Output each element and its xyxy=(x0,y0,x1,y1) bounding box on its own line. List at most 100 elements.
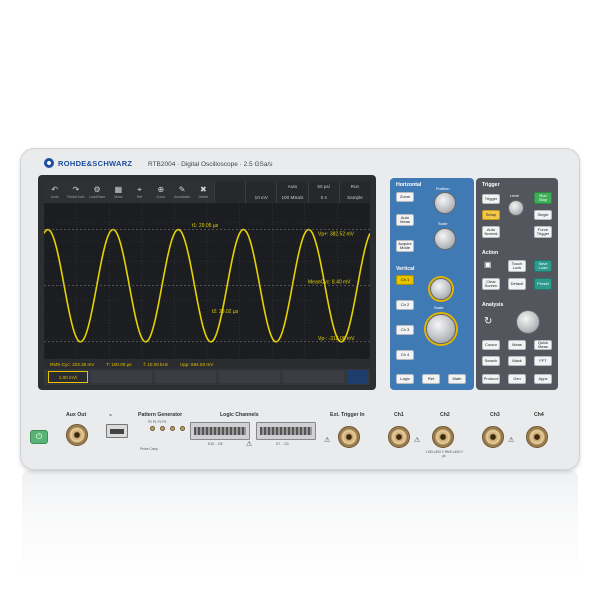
save-load-button[interactable]: Save Load xyxy=(534,260,552,272)
pattern-pin[interactable] xyxy=(170,426,175,431)
ch1-badge[interactable]: 1.00 mV/ xyxy=(48,371,88,383)
param-cell[interactable] xyxy=(214,192,245,203)
pattern-generator-label: Pattern Generator xyxy=(138,412,183,418)
single-button[interactable]: Single xyxy=(534,210,552,220)
power-button[interactable]: ⏻ xyxy=(30,430,48,444)
ch2-button[interactable]: Ch 2 xyxy=(396,300,414,310)
auto-meas-button[interactable]: Auto Meas xyxy=(396,214,414,226)
universal-knob[interactable] xyxy=(516,310,540,334)
toolbar-item[interactable]: ✎ Annotation xyxy=(172,181,193,203)
redo-arrow-icon: ↷ xyxy=(72,184,80,194)
search-button[interactable]: Search xyxy=(482,356,500,366)
toolbar-label: Zoom xyxy=(156,194,166,199)
gear-icon: ⚙ xyxy=(93,184,101,194)
warning-icon: ⚠ xyxy=(508,437,515,444)
toolbar-item[interactable]: ↷ Redo/Undo xyxy=(65,181,86,203)
toolbar-label: Redo/Undo xyxy=(67,194,85,199)
ext-trigger-label: Ext. Trigger In xyxy=(330,412,365,418)
grid-icon: ▦ xyxy=(114,184,123,194)
apps-button[interactable]: Apps xyxy=(534,374,552,384)
default-button[interactable]: Default xyxy=(508,278,526,290)
aux-out-connector[interactable] xyxy=(66,424,88,446)
pattern-pin[interactable] xyxy=(180,426,185,431)
mask-button[interactable]: Mask xyxy=(508,356,526,366)
ch3-connector[interactable] xyxy=(482,426,504,448)
acquisition-params: Auto 50 µs/Run 10 mV 100 MSa/s 0 s Sample xyxy=(214,181,370,203)
cursor-button[interactable]: Cursor xyxy=(482,340,500,350)
fft-button[interactable]: FFT xyxy=(534,356,552,366)
toolbar-item[interactable]: ⚙ Load/Save xyxy=(87,181,108,203)
ch1-label: Ch1 xyxy=(394,412,404,418)
ch4-label: Ch4 xyxy=(534,412,544,418)
toolbar-item[interactable]: ▦ Meas xyxy=(108,181,129,203)
auto-normal-button[interactable]: Auto Normal xyxy=(482,226,500,238)
touch-lock-button-2[interactable]: Clear Screen xyxy=(482,278,500,290)
ch4-slot[interactable] xyxy=(219,371,280,383)
ext-trigger-connector[interactable] xyxy=(338,426,360,448)
trigger-button[interactable]: Trigger xyxy=(482,194,500,204)
acquire-mode-button[interactable]: Acquire Mode xyxy=(396,240,414,252)
ch1-connector[interactable] xyxy=(388,426,410,448)
gen-button[interactable]: Gen xyxy=(508,374,526,384)
vertical-scale-label: Scale xyxy=(434,306,444,310)
toolbar-item[interactable]: ⌖ Ref xyxy=(129,181,150,203)
protocol-button[interactable]: Protocol xyxy=(482,374,500,384)
force-trigger-button[interactable]: Force Trigger xyxy=(534,226,552,238)
action-title: Action xyxy=(482,250,499,256)
touch-screen[interactable]: ↶ Undo ↷ Redo/Undo ⚙ Load/Save ▦ Meas ⌖ Ref ⊕ Zoom ✎… xyxy=(44,181,370,385)
param-cell[interactable]: 50 µs/ xyxy=(307,181,339,192)
ch3-slot[interactable] xyxy=(155,371,216,383)
toolbar-item[interactable]: ⊕ Zoom xyxy=(150,181,171,203)
toolbar-item[interactable]: ✖ Delete xyxy=(193,181,214,203)
ch2-slot[interactable] xyxy=(91,371,152,383)
ch4-button[interactable]: Ch 4 xyxy=(396,350,414,360)
ch3-button[interactable]: Ch 3 xyxy=(396,325,414,335)
pattern-pin[interactable] xyxy=(150,426,155,431)
quick-meas-button[interactable]: Quick Meas xyxy=(534,340,552,350)
vertical-position-knob[interactable] xyxy=(430,278,452,300)
meas-button[interactable]: Meas xyxy=(508,340,526,350)
rs-logo-icon xyxy=(44,158,54,168)
vertical-scale-knob[interactable] xyxy=(426,314,456,344)
product-photo: ROHDE&SCHWARZ RTB2004 · Digital Oscillos… xyxy=(0,0,600,600)
horizontal-vertical-panel: Horizontal Position Zoom Auto Meas Scale… xyxy=(390,178,474,390)
menu-slot[interactable] xyxy=(283,371,344,383)
pattern-pin[interactable] xyxy=(160,426,165,431)
horizontal-scale-knob[interactable] xyxy=(434,228,456,250)
param-cell[interactable] xyxy=(214,181,245,192)
ch1-button[interactable]: Ch 1 xyxy=(396,275,414,285)
param-cell[interactable] xyxy=(245,181,276,192)
toolbar-label: Annotation xyxy=(174,194,191,199)
param-cell[interactable]: Auto xyxy=(276,181,307,192)
zoom-button[interactable]: Zoom xyxy=(396,192,414,202)
logic-connector-high[interactable] xyxy=(190,422,250,440)
undo-icon[interactable]: ↻ xyxy=(484,316,492,327)
horizontal-position-knob[interactable] xyxy=(434,192,456,214)
toolbar-label: Load/Save xyxy=(89,194,106,199)
param-cell[interactable]: 0 s xyxy=(307,192,339,203)
usb-icon: ⚬ xyxy=(108,413,114,419)
probe-comp-label: Probe Comp. xyxy=(140,447,159,451)
param-cell[interactable]: 10 mV xyxy=(245,192,276,203)
logic-button[interactable]: Logic xyxy=(396,374,414,384)
brand-logo: ROHDE&SCHWARZ xyxy=(44,158,132,168)
toolbar-item[interactable]: ↶ Undo xyxy=(44,181,65,203)
ch2-label: Ch2 xyxy=(440,412,450,418)
model-title: RTB2004 · Digital Oscilloscope · 2.5 GSa… xyxy=(148,161,273,168)
param-cell[interactable]: 100 MSa/s xyxy=(276,192,307,203)
logic-connector-low[interactable] xyxy=(256,422,316,440)
ch2-connector[interactable] xyxy=(432,426,454,448)
ch4-connector[interactable] xyxy=(526,426,548,448)
ref-button[interactable]: Ref xyxy=(422,374,440,384)
math-button[interactable]: Math xyxy=(448,374,466,384)
touch-lock-button[interactable]: Touch Lock xyxy=(508,260,526,272)
param-cell[interactable]: Sample xyxy=(338,192,370,203)
usb-port[interactable] xyxy=(106,424,128,438)
param-cell[interactable]: Run xyxy=(338,181,370,192)
camera-icon[interactable]: ▣ xyxy=(484,260,492,269)
run-stop-button[interactable]: Run Stop xyxy=(534,192,552,204)
preset-button[interactable]: Preset xyxy=(534,278,552,290)
pattern-pins[interactable] xyxy=(150,426,187,431)
setup-button[interactable]: Setup xyxy=(482,210,500,220)
trigger-level-knob[interactable] xyxy=(508,200,524,216)
